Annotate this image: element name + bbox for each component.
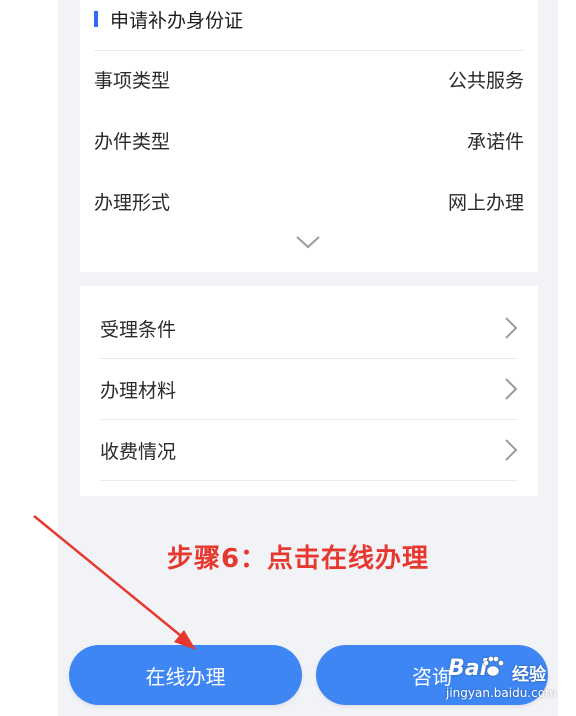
link-label: 收费情况 — [100, 440, 177, 463]
info-value: 网上办理 — [447, 191, 524, 214]
step-caption: 步骤6：点击在线办理 — [0, 538, 576, 575]
paw-icon — [483, 656, 504, 677]
service-info-card: 申请补办身份证 事项类型 公共服务 办件类型 承诺件 办理形式 网上办理 — [80, 0, 538, 272]
info-label: 事项类型 — [94, 69, 171, 92]
chevron-right-icon — [505, 378, 518, 400]
chevron-down-icon[interactable] — [294, 234, 322, 250]
info-row-item-type: 事项类型 公共服务 — [94, 64, 524, 94]
title-accent-bar — [94, 11, 98, 27]
baidu-jingyan-watermark: Bai 经验 jingyan.baidu.com — [440, 652, 570, 708]
info-label: 办件类型 — [94, 130, 171, 153]
link-row-fees[interactable]: 收费情况 — [100, 420, 518, 481]
link-label: 受理条件 — [100, 318, 177, 341]
online-apply-button[interactable]: 在线办理 — [69, 645, 302, 705]
chevron-right-icon — [505, 439, 518, 461]
link-label: 办理材料 — [100, 379, 177, 402]
info-value: 承诺件 — [466, 130, 524, 153]
info-row-handling-form: 办理形式 网上办理 — [94, 186, 524, 216]
watermark-suffix: 经验 — [512, 665, 546, 685]
link-row-conditions[interactable]: 受理条件 — [100, 298, 518, 359]
watermark-url: jingyan.baidu.com — [446, 686, 557, 700]
info-value: 公共服务 — [447, 69, 524, 92]
info-row-case-type: 办件类型 承诺件 — [94, 125, 524, 155]
link-row-materials[interactable]: 办理材料 — [100, 359, 518, 420]
title-divider — [94, 50, 524, 51]
service-title-text: 申请补办身份证 — [110, 9, 244, 32]
info-label: 办理形式 — [94, 191, 171, 214]
chevron-right-icon — [505, 317, 518, 339]
service-links-card: 受理条件 办理材料 收费情况 — [80, 286, 538, 496]
step-caption-text: 步骤6：点击在线办理 — [166, 544, 430, 574]
service-title: 申请补办身份证 — [94, 6, 243, 32]
